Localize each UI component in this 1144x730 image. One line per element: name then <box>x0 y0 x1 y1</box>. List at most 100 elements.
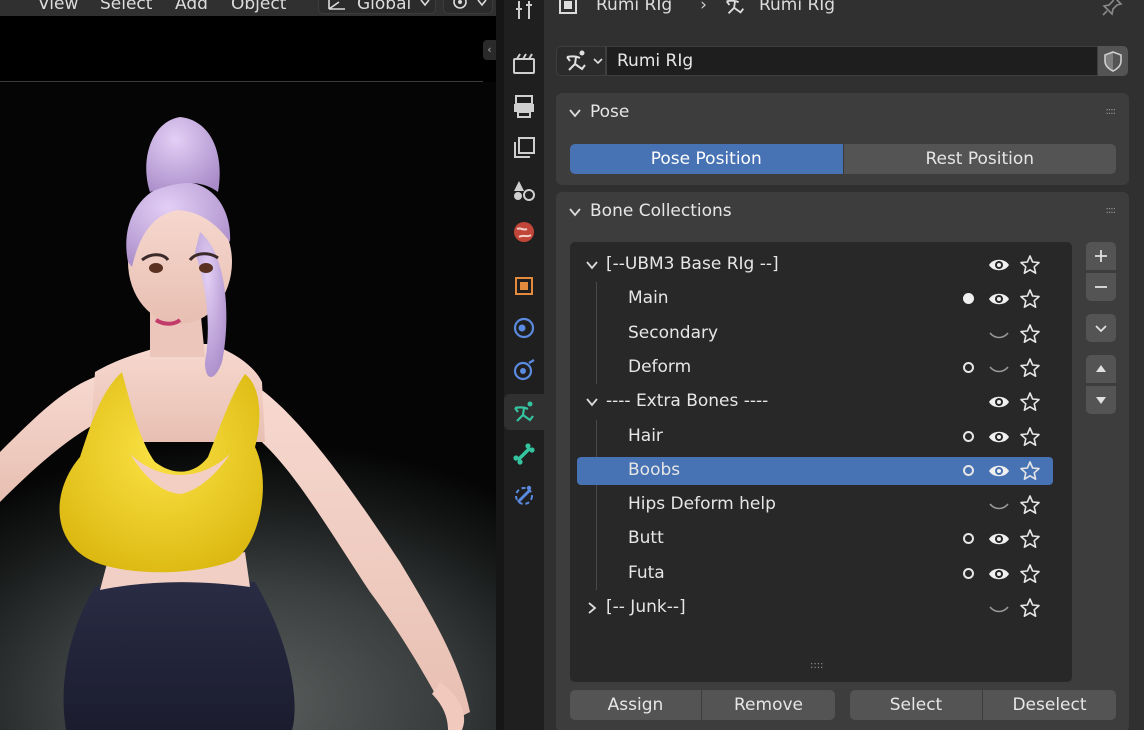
eye-open-icon[interactable] <box>987 461 1011 481</box>
datablock-name-field[interactable]: Rumi RIg <box>606 46 1098 76</box>
star-icon[interactable] <box>1019 323 1041 345</box>
object-icon <box>515 277 533 295</box>
collection-row[interactable]: Hips Deform help <box>577 491 1053 519</box>
collection-row[interactable]: Deform <box>577 354 1053 382</box>
collection-row[interactable]: Main <box>577 285 1053 313</box>
collection-group-row[interactable]: [--UBM3 Base RIg --] <box>577 251 1053 279</box>
chevron-down-icon[interactable] <box>585 395 599 409</box>
chevron-right-icon[interactable] <box>585 601 599 615</box>
eye-open-icon[interactable] <box>987 427 1011 447</box>
rest-position-button[interactable]: Rest Position <box>842 144 1116 174</box>
tab-view-layer[interactable] <box>504 130 544 166</box>
select-button[interactable]: Select <box>850 690 982 720</box>
armature-datablock-selector: Rumi RIg <box>556 46 1141 76</box>
tab-render[interactable] <box>504 46 544 82</box>
assign-button[interactable]: Assign <box>570 690 701 720</box>
remove-collection-button[interactable] <box>1086 273 1116 301</box>
chevron-down-icon <box>1095 325 1107 333</box>
collection-name: Main <box>628 288 669 309</box>
chevron-down-icon[interactable] <box>585 258 599 272</box>
add-collection-button[interactable] <box>1086 242 1116 270</box>
3d-viewport[interactable]: View Select Add Object Global ‹ <box>0 0 496 730</box>
eye-open-icon[interactable] <box>987 529 1011 549</box>
transform-orientation-dropdown[interactable]: Global <box>318 0 436 14</box>
collection-group-row[interactable]: ---- Extra Bones ---- <box>577 388 1053 416</box>
eye-closed-icon[interactable] <box>987 324 1011 344</box>
panel-title: Bone Collections <box>590 201 732 221</box>
star-icon[interactable] <box>1019 460 1041 482</box>
star-icon[interactable] <box>1019 357 1041 379</box>
tab-bone[interactable] <box>504 436 544 472</box>
viewport-canvas[interactable] <box>0 82 496 730</box>
plus-icon <box>1095 250 1107 262</box>
drag-grip-icon[interactable]: :::: <box>1106 205 1117 216</box>
tab-output[interactable] <box>504 88 544 124</box>
collection-row[interactable]: Butt <box>577 525 1053 553</box>
collection-specials-menu[interactable] <box>1086 314 1116 342</box>
collection-name: [--UBM3 Base RIg --] <box>606 254 779 274</box>
collection-group-row[interactable]: [-- Junk--] <box>577 594 1053 622</box>
armature-data-icon <box>566 50 586 71</box>
eye-closed-icon[interactable] <box>987 495 1011 515</box>
collection-row[interactable]: Hair <box>577 423 1053 451</box>
collection-row[interactable]: Secondary <box>577 320 1053 348</box>
chevron-down-icon <box>569 208 581 217</box>
pose-position-button[interactable]: Pose Position <box>570 144 843 174</box>
eye-open-icon[interactable] <box>987 564 1011 584</box>
tab-object[interactable] <box>504 268 544 304</box>
star-icon[interactable] <box>1019 597 1041 619</box>
eye-open-icon[interactable] <box>987 255 1011 275</box>
menu-view[interactable]: View <box>38 0 78 14</box>
tool-icon <box>516 1 532 19</box>
area-splitter[interactable] <box>496 0 504 730</box>
tab-world[interactable] <box>504 214 544 250</box>
pose-panel-header[interactable]: Pose :::: <box>556 93 1129 133</box>
move-collection-up-button[interactable] <box>1086 355 1116 383</box>
move-collection-down-button[interactable] <box>1086 386 1116 414</box>
remove-button[interactable]: Remove <box>702 690 835 720</box>
has-bones-dot-icon <box>963 533 974 545</box>
breadcrumb-separator: › <box>700 0 707 15</box>
star-icon[interactable] <box>1019 391 1041 413</box>
star-icon[interactable] <box>1019 288 1041 310</box>
list-resize-grip-icon[interactable]: :::: <box>810 660 823 671</box>
eye-closed-icon[interactable] <box>987 358 1011 378</box>
view-layer-icon <box>514 137 535 158</box>
tab-armature-data[interactable] <box>504 394 544 430</box>
star-icon[interactable] <box>1019 254 1041 276</box>
eye-closed-icon[interactable] <box>987 598 1011 618</box>
pose-position-toggle: Pose Position Rest Position <box>570 144 1116 174</box>
tab-scene[interactable] <box>504 172 544 208</box>
physics-icon <box>513 359 535 381</box>
drag-grip-icon[interactable]: :::: <box>1106 106 1117 117</box>
has-bones-dot-icon <box>963 567 974 579</box>
star-icon[interactable] <box>1019 494 1041 516</box>
collection-row[interactable]: Boobs <box>577 456 1053 485</box>
menu-object[interactable]: Object <box>231 0 286 14</box>
menu-add[interactable]: Add <box>175 0 208 14</box>
tab-tool[interactable] <box>504 0 544 28</box>
bone-collections-panel-header[interactable]: Bone Collections :::: <box>556 192 1129 232</box>
collection-name: Secondary <box>628 322 719 343</box>
star-icon[interactable] <box>1019 528 1041 550</box>
eye-open-icon[interactable] <box>987 392 1011 412</box>
tab-physics[interactable] <box>504 352 544 388</box>
sidebar-toggle-icon[interactable]: ‹ <box>483 40 496 60</box>
pin-icon[interactable] <box>1100 0 1124 18</box>
armature-data-icon <box>514 401 534 422</box>
chevron-down-icon <box>420 0 430 7</box>
eye-open-icon[interactable] <box>987 289 1011 309</box>
menu-select[interactable]: Select <box>100 0 152 14</box>
pivot-point-dropdown[interactable] <box>443 0 493 14</box>
datablock-browse-button[interactable] <box>556 46 606 76</box>
tab-bone-constraints[interactable] <box>504 478 544 514</box>
tab-modifiers[interactable] <box>504 310 544 346</box>
fake-user-button[interactable] <box>1098 46 1128 76</box>
star-icon[interactable] <box>1019 563 1041 585</box>
triangle-down-icon <box>1096 397 1106 404</box>
character-model <box>0 117 470 730</box>
collection-row[interactable]: Futa <box>577 560 1053 588</box>
deselect-button[interactable]: Deselect <box>983 690 1116 720</box>
star-icon[interactable] <box>1019 426 1041 448</box>
collection-name: Futa <box>628 562 665 583</box>
